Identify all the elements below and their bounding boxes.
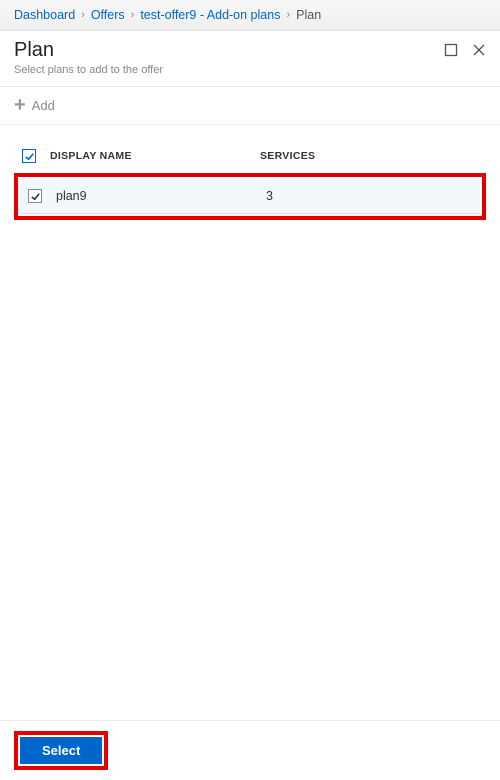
breadcrumb-link-offer-addon-plans[interactable]: test-offer9 - Add-on plans	[140, 8, 280, 22]
select-all-checkbox[interactable]	[22, 149, 36, 163]
highlighted-select-callout: Select	[14, 731, 108, 770]
column-header-services[interactable]: SERVICES	[260, 150, 478, 162]
chevron-right-icon: ›	[131, 9, 135, 21]
breadcrumb: Dashboard › Offers › test-offer9 - Add-o…	[0, 0, 500, 31]
row-display-name: plan9	[56, 189, 266, 203]
column-header-display-name[interactable]: DISPLAY NAME	[50, 150, 260, 162]
chevron-right-icon: ›	[81, 9, 85, 21]
plans-table: DISPLAY NAME SERVICES plan9 3	[0, 125, 500, 220]
page-title: Plan	[14, 39, 444, 62]
maximize-icon[interactable]	[444, 43, 458, 57]
row-services: 3	[266, 189, 472, 203]
toolbar: + Add	[0, 87, 500, 125]
add-button-label: Add	[32, 98, 55, 113]
table-header-row: DISPLAY NAME SERVICES	[14, 143, 486, 169]
highlighted-row-callout: plan9 3	[14, 173, 486, 220]
blade-footer: Select	[0, 720, 500, 780]
breadcrumb-link-offers[interactable]: Offers	[91, 8, 125, 22]
blade-header: Plan Select plans to add to the offer	[0, 31, 500, 87]
plus-icon: +	[14, 95, 26, 115]
breadcrumb-current: Plan	[296, 8, 321, 22]
select-button[interactable]: Select	[20, 737, 102, 764]
breadcrumb-link-dashboard[interactable]: Dashboard	[14, 8, 75, 22]
row-checkbox[interactable]	[28, 189, 42, 203]
table-row[interactable]: plan9 3	[20, 179, 480, 214]
chevron-right-icon: ›	[286, 9, 290, 21]
page-subtitle: Select plans to add to the offer	[14, 64, 444, 76]
add-button[interactable]: + Add	[14, 95, 55, 115]
close-icon[interactable]	[472, 43, 486, 57]
